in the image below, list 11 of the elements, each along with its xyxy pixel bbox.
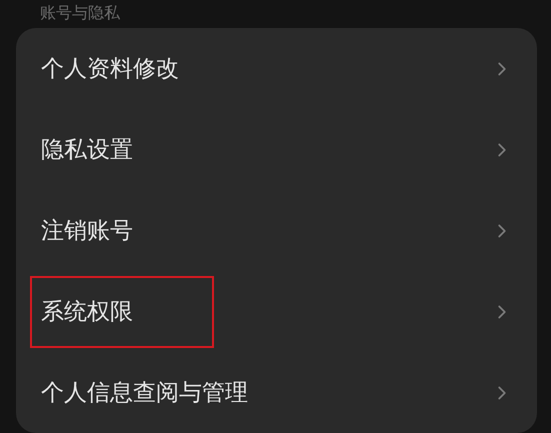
- setting-label: 系统权限: [41, 298, 133, 327]
- settings-row[interactable]: 隐私设置: [16, 109, 537, 190]
- setting-label: 个人资料修改: [41, 55, 179, 84]
- setting-label: 隐私设置: [41, 136, 133, 165]
- settings-row[interactable]: 个人信息查阅与管理: [16, 352, 537, 433]
- settings-row[interactable]: 个人资料修改: [16, 28, 537, 109]
- settings-row[interactable]: 系统权限: [16, 271, 537, 352]
- settings-row[interactable]: 注销账号: [16, 190, 537, 271]
- section-title: 账号与隐私: [39, 2, 121, 24]
- setting-label: 个人信息查阅与管理: [41, 379, 248, 408]
- setting-label: 注销账号: [41, 217, 133, 246]
